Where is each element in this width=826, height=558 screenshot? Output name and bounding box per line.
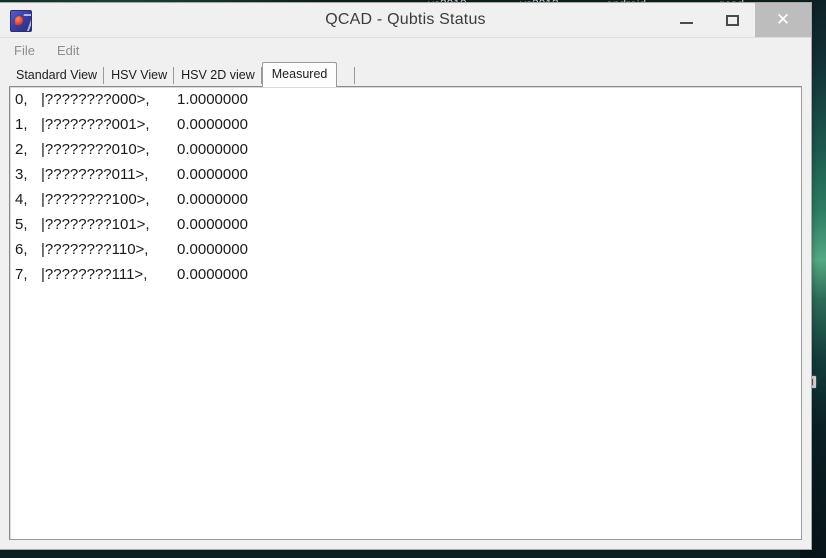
screen: vs2010vs2013androidqcad QCAD - Qubtis St…: [0, 0, 826, 558]
measured-row: 1, |????????001>, 0.0000000: [15, 116, 801, 141]
row-probability: 0.0000000: [177, 141, 248, 158]
qcad-app-icon: [10, 10, 32, 32]
qcad-window: QCAD - Qubtis Status ✕ File Edit Standar…: [0, 2, 812, 550]
tab-hsv-view[interactable]: HSV View: [104, 65, 175, 86]
measured-row: 3, |????????011>, 0.0000000: [15, 166, 801, 191]
tab-strip-end-separator: [337, 65, 355, 86]
tab-label: Standard View: [16, 68, 98, 82]
row-index: 1,: [15, 116, 28, 133]
measured-row: 6, |????????110>, 0.0000000: [15, 241, 801, 266]
tab-label: HSV 2D view: [181, 68, 255, 82]
measured-textview[interactable]: 0, |????????000>, 1.0000000 1, |????????001>…: [9, 86, 802, 540]
row-index: 5,: [15, 216, 28, 233]
row-ket: |????????100>,: [41, 191, 150, 208]
row-probability: 1.0000000: [177, 91, 248, 108]
close-button[interactable]: ✕: [755, 3, 811, 37]
row-index: 7,: [15, 266, 28, 283]
row-probability: 0.0000000: [177, 166, 248, 183]
window-controls: ✕: [663, 3, 811, 37]
measured-row: 5, |????????101>, 0.0000000: [15, 216, 801, 241]
content-area: 0, |????????000>, 1.0000000 1, |????????001>…: [0, 86, 811, 549]
minimize-icon: [679, 22, 693, 24]
row-ket: |????????011>,: [41, 166, 149, 183]
row-ket: |????????101>,: [41, 216, 150, 233]
tab-label: Measured: [271, 67, 328, 81]
close-icon: ✕: [775, 10, 791, 29]
maximize-button[interactable]: [709, 3, 755, 37]
menu-item-file[interactable]: File: [14, 43, 35, 58]
row-probability: 0.0000000: [177, 191, 248, 208]
row-ket: |????????111>,: [41, 266, 148, 283]
tab-label: HSV View: [111, 68, 168, 82]
row-probability: 0.0000000: [177, 116, 248, 133]
tab-standard-view[interactable]: Standard View: [9, 65, 105, 86]
tab-separator: [353, 67, 355, 84]
measured-rows: 0, |????????000>, 1.0000000 1, |????????001>…: [10, 91, 801, 291]
menu-item-edit[interactable]: Edit: [57, 43, 79, 58]
tab-measured[interactable]: Measured: [261, 62, 338, 87]
row-index: 6,: [15, 241, 28, 258]
row-probability: 0.0000000: [177, 241, 248, 258]
row-ket: |????????000>,: [41, 91, 150, 108]
row-ket: |????????001>,: [41, 116, 150, 133]
row-ket: |????????110>,: [41, 241, 149, 258]
row-index: 4,: [15, 191, 28, 208]
tab-hsv-2d-view[interactable]: HSV 2D view: [174, 65, 262, 86]
maximize-icon: [725, 14, 739, 26]
menu-bar: File Edit: [0, 37, 811, 62]
row-index: 0,: [15, 91, 28, 108]
row-ket: |????????010>,: [41, 141, 150, 158]
row-probability: 0.0000000: [177, 266, 248, 283]
row-index: 2,: [15, 141, 28, 158]
title-bar[interactable]: QCAD - Qubtis Status ✕: [0, 3, 811, 37]
measured-row: 2, |????????010>, 0.0000000: [15, 141, 801, 166]
measured-row: 4, |????????100>, 0.0000000: [15, 191, 801, 216]
row-index: 3,: [15, 166, 28, 183]
row-probability: 0.0000000: [177, 216, 248, 233]
tab-bar: Standard View HSV View HSV 2D view Measured: [0, 62, 811, 87]
measured-row: 7, |????????111>, 0.0000000: [15, 266, 801, 291]
measured-row: 0, |????????000>, 1.0000000: [15, 91, 801, 116]
minimize-button[interactable]: [663, 3, 709, 37]
